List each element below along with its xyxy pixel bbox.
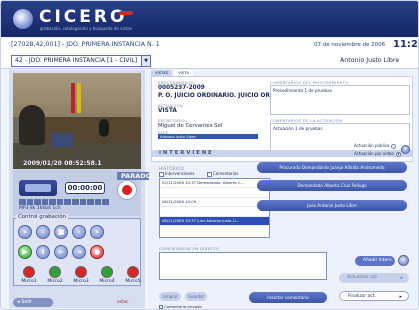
- direct-comments-label: COMENTARIOS EN DIRECTO: [159, 246, 220, 251]
- timecode-display: 00:00:00: [65, 182, 105, 194]
- video-preview: 2009/01/20 08:52:58.1: [13, 73, 141, 169]
- private-comment-check[interactable]: Comentario privado: [159, 304, 202, 309]
- party-button-2[interactable]: Demandado Alberto Cruz Pollugo: [257, 180, 407, 191]
- user-name: Antonio Justo Libre: [340, 57, 400, 64]
- party-button-1[interactable]: Procurado Demandante Juanjo Alfalda Andr…: [257, 162, 407, 173]
- mic-status-icon: [101, 266, 113, 278]
- add-icon[interactable]: +: [398, 255, 409, 266]
- cicero-logo-icon: [13, 9, 33, 29]
- play-icon[interactable]: ▶: [18, 245, 32, 259]
- flag-icon: [71, 83, 75, 113]
- update-action-button[interactable]: Actualizar act. ▸: [339, 273, 409, 283]
- back-icon[interactable]: ‹: [36, 225, 50, 239]
- recorder-panel: 2009/01/20 08:52:58.1 00:00:00 PARADO MP…: [9, 70, 156, 308]
- finish-action-button[interactable]: Finalizar act. ▸: [339, 291, 409, 301]
- checkbox-icon[interactable]: [207, 171, 212, 177]
- recording-controls: Control grabación « ‹ ■ › » ▶ Ⅱ ⇤ ⇥ ● Mi…: [13, 214, 144, 286]
- exit-label: Salir: [21, 299, 33, 305]
- court-reference: [27028,42,001] - JDO. PRIMERA INSTANCIA …: [11, 41, 160, 48]
- list-item[interactable]: 02/11/2006 10:37 Demandado: Alberto C...: [160, 179, 269, 188]
- pause-icon[interactable]: Ⅱ: [36, 245, 50, 259]
- history-list[interactable]: 02/11/2006 10:37 Demandado: Alberto C...…: [159, 178, 270, 238]
- header-select-row: 42 - JDO. PRIMERA INSTANCIA [1 - CIVIL] …: [1, 52, 418, 69]
- transport-row-1: « ‹ ■ › »: [18, 225, 104, 239]
- list-item[interactable]: [160, 207, 269, 217]
- action-value: VISTA: [158, 108, 177, 114]
- mic-1[interactable]: Micro1: [18, 266, 40, 284]
- mic-5[interactable]: Micro5: [122, 266, 144, 284]
- exit-button[interactable]: ◂ Salir: [13, 298, 53, 307]
- clear-button[interactable]: Limpiar: [159, 292, 181, 301]
- arrow-right-icon: ▸: [400, 275, 403, 281]
- list-item[interactable]: 06/11/2006 10:09: [160, 198, 269, 207]
- audio-format: MP3 8k 16kbit 1ch: [19, 206, 61, 211]
- chevron-down-icon[interactable]: ▼: [141, 56, 150, 66]
- transport-row-2: ▶ Ⅱ ⇤ ⇥ ●: [18, 245, 104, 259]
- mic-status-icon: [75, 266, 87, 278]
- fast-forward-icon[interactable]: »: [90, 225, 104, 239]
- video-timestamp: 2009/01/20 08:52:58.1: [23, 160, 102, 167]
- filter-interventions[interactable]: Intervenciones: [159, 171, 195, 177]
- radio-video-option[interactable]: Actuación por video: [354, 151, 401, 157]
- checkbox-icon[interactable]: [159, 171, 164, 177]
- interviene-title: INTERVIENE: [159, 150, 214, 156]
- current-date: 07 de noviembre de 2006: [314, 42, 386, 48]
- insert-comment-button[interactable]: Insertar comentario: [249, 292, 327, 303]
- audio-level-meter: [19, 199, 109, 205]
- mic-status-icon: [49, 266, 61, 278]
- list-item[interactable]: [160, 188, 269, 198]
- brand-tagline: grabación, catalogación y búsqueda de vi…: [40, 26, 132, 31]
- save-button[interactable]: Guardar: [185, 292, 207, 301]
- court-select[interactable]: 42 - JDO. PRIMERA INSTANCIA [1 - CIVIL] …: [11, 55, 151, 67]
- checkbox-icon[interactable]: [159, 305, 163, 309]
- collapse-icon[interactable]: ▾: [401, 145, 410, 154]
- vendor-logo: ssitec: [117, 299, 129, 304]
- radio-video[interactable]: [395, 151, 401, 157]
- mic-status-icon: [23, 266, 35, 278]
- next-mark-icon[interactable]: ⇥: [72, 245, 86, 259]
- brand-bar: CICERO grabación, catalogación y búsqued…: [1, 1, 418, 37]
- record-button[interactable]: [117, 180, 137, 200]
- proc-comments-box[interactable]: Procedimiento 1 de pruebas: [270, 85, 410, 115]
- procedure-number: 0005237-2009: [158, 85, 205, 91]
- procedure-type: P. O. JUICIO ORDINARIO. JUICIO ORD...: [158, 93, 282, 99]
- app-window: CICERO grabación, catalogación y búsqued…: [0, 0, 419, 310]
- list-item[interactable]: 06/11/2006 10:37 Juez Antonio Justo Li..…: [160, 217, 269, 226]
- mic-4[interactable]: Micro4: [96, 266, 118, 284]
- radio-public-option[interactable]: Actuación pública: [354, 143, 397, 149]
- mic-status-icon: [127, 266, 139, 278]
- judge-select[interactable]: Antonio Justo Libre: [158, 134, 258, 139]
- secretary-value: Miguel de Cervantes Sol: [158, 123, 223, 129]
- radio-public[interactable]: [391, 143, 397, 149]
- prev-mark-icon[interactable]: ⇤: [54, 245, 68, 259]
- filter-comments[interactable]: Comentarios: [207, 171, 238, 177]
- recorder-deck-icon: [19, 180, 57, 196]
- forward-icon[interactable]: ›: [72, 225, 86, 239]
- current-time: 11:23: [393, 39, 418, 50]
- header-info-row: [27028,42,001] - JDO. PRIMERA INSTANCIA …: [1, 39, 418, 52]
- stop-icon[interactable]: ■: [54, 225, 68, 239]
- main-panel: VISTAS VISTA PROCEDIMIENTO 0005237-2009 …: [149, 70, 415, 309]
- direct-comments-input[interactable]: [159, 252, 327, 280]
- arrow-right-icon: ▸: [399, 294, 402, 300]
- mic-2[interactable]: Micro2: [44, 266, 66, 284]
- microphone-list: Micro1 Micro2 Micro3 Micro4 Micro5: [18, 266, 144, 284]
- court-select-value: 42 - JDO. PRIMERA INSTANCIA [1 - CIVIL]: [15, 57, 138, 64]
- mic-3[interactable]: Micro3: [70, 266, 92, 284]
- rewind-icon[interactable]: «: [18, 225, 32, 239]
- brand-name: CICERO: [39, 7, 128, 27]
- recording-status-strip: 00:00:00 PARADO MP3 8k 16kbit 1ch: [13, 170, 156, 216]
- record-icon[interactable]: ●: [90, 245, 104, 259]
- party-button-3[interactable]: Juez Antonio Justo Libre: [257, 200, 407, 211]
- add-intervention-button[interactable]: Añadir Interv.: [355, 256, 395, 266]
- brand-swoosh-icon: [119, 11, 133, 15]
- recording-controls-title: Control grabación: [16, 214, 69, 220]
